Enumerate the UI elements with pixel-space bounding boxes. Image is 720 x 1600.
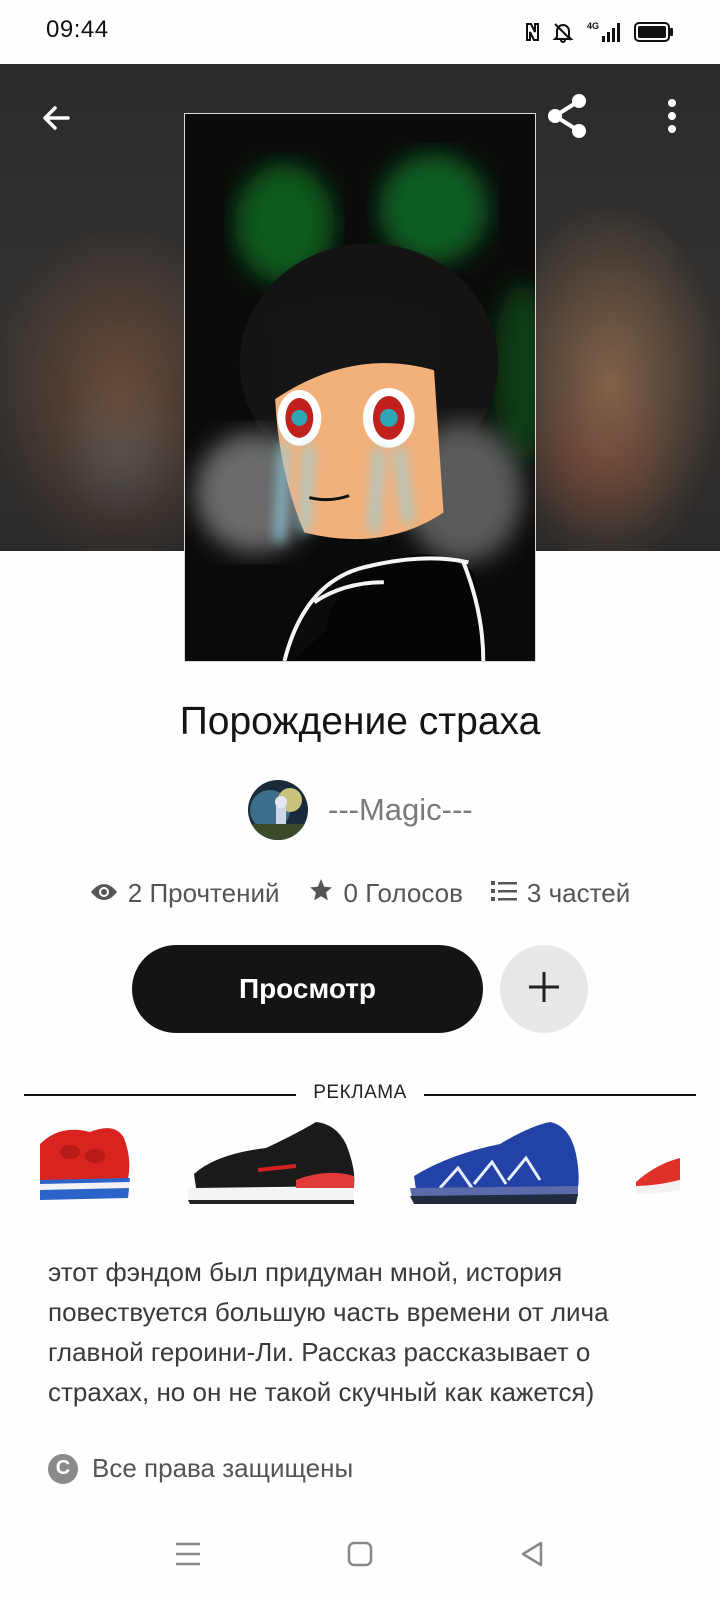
read-button[interactable]: Просмотр: [132, 945, 483, 1033]
story-cover-image[interactable]: [184, 113, 536, 662]
status-time: 09:44: [46, 16, 109, 43]
copyright-text: Все права защищены: [92, 1453, 354, 1483]
back-button[interactable]: [24, 88, 88, 152]
story-title: Порождение страха: [179, 700, 541, 743]
recent-apps-button[interactable]: [160, 1528, 216, 1584]
reads-stat: 2 Прочтений: [90, 878, 280, 909]
arrow-left-icon: [38, 100, 74, 141]
votes-count: 0 Голосов: [343, 878, 463, 908]
battery-icon: [634, 21, 674, 43]
black-red-sneaker[interactable]: [186, 1114, 358, 1214]
status-bar: 09:44 4G: [0, 0, 720, 64]
bell-muted-icon: [552, 21, 574, 43]
author-avatar[interactable]: [248, 780, 308, 840]
list-icon: [490, 878, 517, 909]
nfc-icon: [524, 21, 542, 43]
reads-count: 2 Прочтений: [127, 878, 280, 908]
share-button[interactable]: [536, 86, 600, 150]
status-icons: 4G: [524, 18, 674, 46]
ad-label: РЕКЛАМА: [313, 1082, 407, 1103]
copyright-icon: C: [48, 1453, 78, 1484]
star-icon: [308, 877, 334, 910]
signal-4g-icon: 4G: [584, 20, 624, 44]
ad-divider-line-right: [424, 1094, 696, 1096]
plus-icon: [526, 969, 562, 1010]
red-sneaker-partial[interactable]: [636, 1114, 680, 1214]
votes-stat: 0 Голосов: [308, 877, 463, 910]
blue-sneaker[interactable]: [410, 1114, 582, 1214]
share-icon: [543, 91, 593, 146]
back-triangle-icon: [519, 1540, 545, 1573]
ad-banner[interactable]: [40, 1114, 680, 1214]
eye-icon: [90, 878, 118, 909]
copyright-row: C Все права защищены: [48, 1453, 353, 1484]
author-name[interactable]: ---Magic---: [328, 792, 473, 828]
home-square-icon: [347, 1541, 373, 1572]
ad-divider: РЕКЛАМА: [24, 1082, 696, 1112]
parts-stat: 3 частей: [490, 878, 631, 909]
system-nav-bar: [0, 1510, 720, 1600]
more-options-button[interactable]: [640, 86, 704, 150]
system-back-button[interactable]: [504, 1528, 560, 1584]
parts-count: 3 частей: [526, 878, 631, 908]
story-description: этот фэндом был придуман мной, история п…: [48, 1257, 609, 1407]
menu-icon: [174, 1541, 202, 1572]
more-vertical-icon: [666, 98, 678, 139]
add-to-library-button[interactable]: [500, 945, 588, 1033]
network-label: 4G: [587, 21, 599, 31]
red-sneaker[interactable]: [40, 1114, 132, 1214]
story-stats: 2 Прочтений 0 Голосов 3 частей: [0, 877, 720, 910]
home-button[interactable]: [332, 1528, 388, 1584]
author-row[interactable]: ---Magic---: [248, 779, 473, 841]
